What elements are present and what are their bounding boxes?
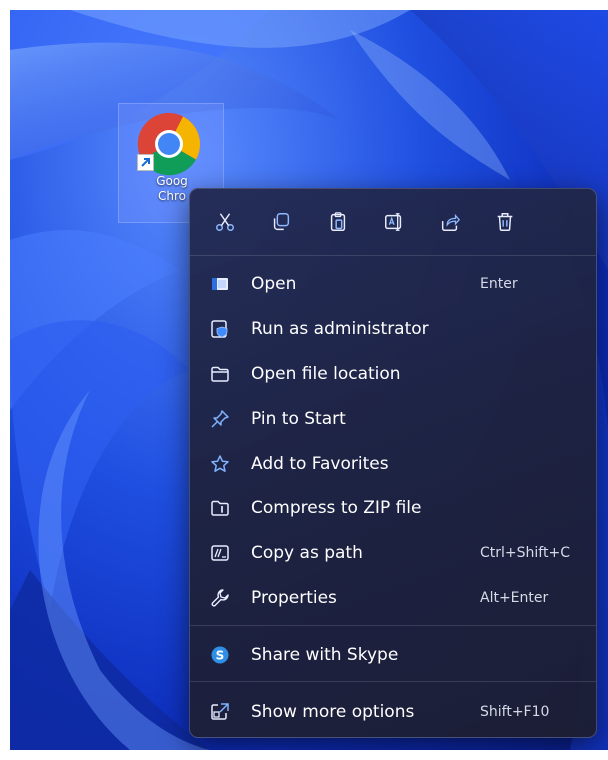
copy-path-icon [210,543,230,563]
menu-separator [190,625,596,626]
menu-item-open[interactable]: Open Enter [196,264,590,304]
desktop-wallpaper: Goog Chro Open Enter Run as administrato… [10,10,608,750]
more-options-icon [210,702,230,722]
share-button[interactable] [432,205,468,239]
folder-icon [210,364,230,384]
pin-icon [210,409,230,429]
menu-item-shortcut: Enter [480,276,518,292]
menu-item-label: Properties [251,588,337,608]
menu-item-add-to-favorites[interactable]: Add to Favorites [196,444,590,484]
menu-item-compress-to-zip[interactable]: Compress to ZIP file [196,488,590,528]
menu-item-shortcut: Ctrl+Shift+C [480,545,570,561]
svg-text:S: S [216,649,225,663]
wrench-icon [210,588,230,608]
paste-icon [330,212,346,231]
menu-separator [190,255,596,256]
copy-icon [273,213,290,231]
trash-icon [497,213,513,231]
skype-icon: S [210,645,230,665]
shield-icon [210,319,230,339]
star-icon [210,454,230,474]
context-menu: Open Enter Run as administrator Open fil… [189,188,597,738]
menu-item-properties[interactable]: Properties Alt+Enter [196,578,590,618]
menu-item-run-as-administrator[interactable]: Run as administrator [196,309,590,349]
shortcut-arrow-icon [137,154,154,171]
paste-button[interactable] [320,205,356,239]
rename-icon [385,213,402,231]
quick-action-bar [190,189,596,255]
menu-item-pin-to-start[interactable]: Pin to Start [196,399,590,439]
delete-button[interactable] [487,205,523,239]
menu-item-label: Copy as path [251,543,363,563]
cut-button[interactable] [207,205,243,239]
menu-item-label: Run as administrator [251,319,429,339]
copy-button[interactable] [263,205,299,239]
rename-button[interactable] [376,205,412,239]
menu-item-open-file-location[interactable]: Open file location [196,354,590,394]
menu-item-share-with-skype[interactable]: S Share with Skype [196,635,590,675]
menu-item-label: Open file location [251,364,401,384]
menu-item-show-more-options[interactable]: Show more options Shift+F10 [196,692,590,732]
open-window-icon [210,274,230,294]
menu-item-label: Open [251,274,297,294]
menu-item-label: Pin to Start [251,409,346,429]
menu-item-label: Share with Skype [251,645,399,665]
zip-folder-icon [210,498,230,518]
share-icon [441,213,461,231]
scissors-icon [216,213,234,231]
menu-separator [190,681,596,682]
menu-item-label: Add to Favorites [251,454,389,474]
menu-item-shortcut: Alt+Enter [480,590,549,606]
menu-item-copy-as-path[interactable]: Copy as path Ctrl+Shift+C [196,533,590,573]
menu-item-label: Compress to ZIP file [251,498,422,518]
menu-item-label: Show more options [251,702,415,722]
menu-item-shortcut: Shift+F10 [480,704,550,720]
